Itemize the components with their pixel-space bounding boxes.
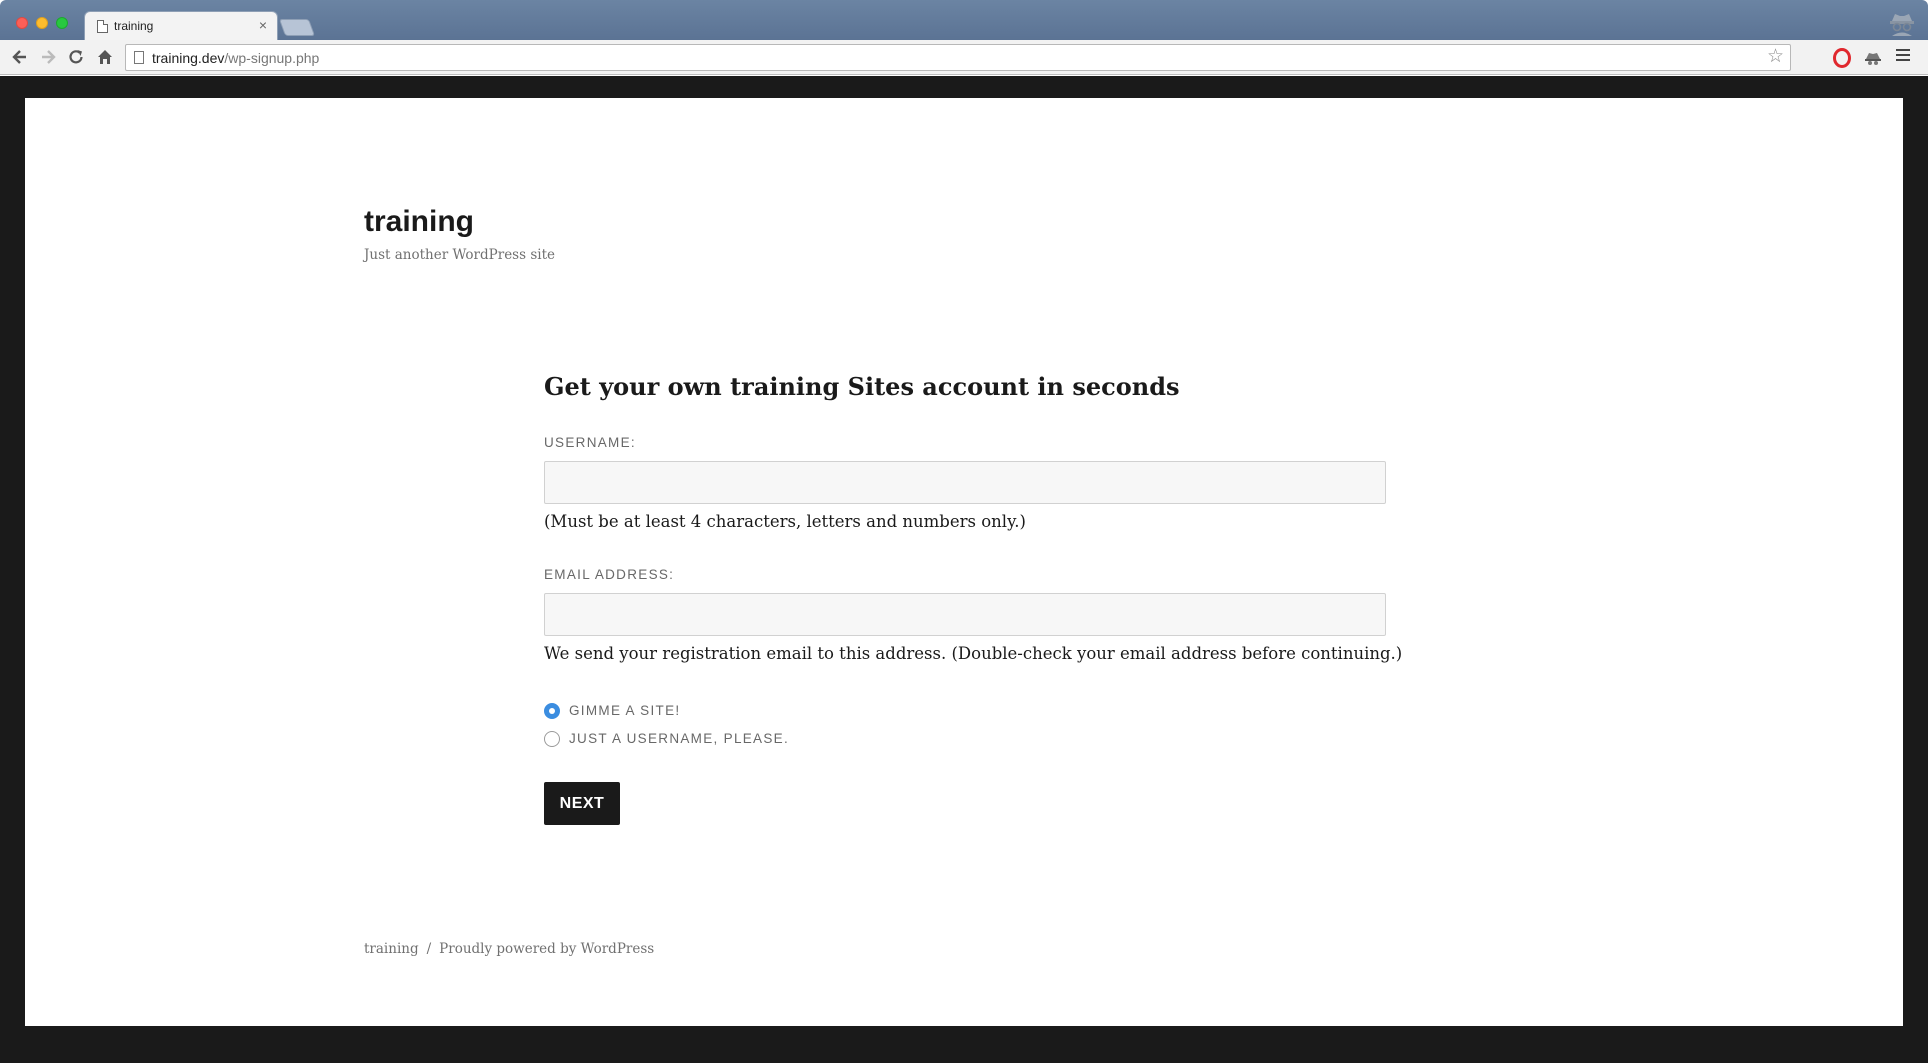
address-bar[interactable]: training.dev/wp-signup.php ☆ xyxy=(125,44,1791,71)
radio-button[interactable] xyxy=(544,731,560,747)
site-footer: training / Proudly powered by WordPress xyxy=(364,941,654,957)
url-path: /wp-signup.php xyxy=(224,50,320,66)
footer-powered-by-link[interactable]: Proudly powered by WordPress xyxy=(439,941,654,957)
browser-titlebar: training × xyxy=(0,0,1928,40)
page-icon xyxy=(97,20,108,33)
url-domain: training.dev xyxy=(152,50,225,66)
maximize-window-icon[interactable] xyxy=(56,17,68,29)
radio-label[interactable]: Gimme a site! xyxy=(569,703,680,718)
new-tab-button[interactable] xyxy=(278,19,316,36)
menu-icon[interactable] xyxy=(1896,49,1910,63)
spy-extension-icon[interactable] xyxy=(1863,48,1883,68)
browser-tab-active[interactable]: training × xyxy=(84,11,278,40)
signup-heading: Get your own training Sites account in s… xyxy=(544,372,1180,401)
username-label: Username: xyxy=(544,435,636,450)
page-info-icon[interactable] xyxy=(134,51,144,64)
username-help-text: (Must be at least 4 characters, letters … xyxy=(544,512,1026,531)
footer-site-link[interactable]: training xyxy=(364,941,419,957)
site-tagline: Just another WordPress site xyxy=(364,247,555,263)
browser-window: training × training.dev/wp-signup.php ☆ … xyxy=(0,0,1928,1063)
menu-line xyxy=(1896,59,1910,61)
email-label: Email Address: xyxy=(544,567,675,582)
next-button[interactable]: Next xyxy=(544,782,620,825)
site-page: training Just another WordPress site Get… xyxy=(25,98,1903,1026)
radio-label[interactable]: Just a username, please. xyxy=(569,731,789,746)
incognito-profile-icon[interactable] xyxy=(1888,10,1916,36)
forward-icon[interactable] xyxy=(38,47,58,67)
menu-line xyxy=(1896,54,1910,56)
site-frame: training Just another WordPress site Get… xyxy=(0,76,1928,1063)
home-icon[interactable] xyxy=(95,47,115,67)
site-title[interactable]: training xyxy=(364,205,474,239)
reload-icon[interactable] xyxy=(66,47,86,67)
bookmark-star-icon[interactable]: ☆ xyxy=(1767,47,1784,67)
menu-line xyxy=(1896,49,1910,51)
browser-toolbar: training.dev/wp-signup.php ☆ xyxy=(0,40,1928,75)
back-icon[interactable] xyxy=(10,47,30,67)
email-input[interactable] xyxy=(544,593,1386,636)
tab-title: training xyxy=(114,19,154,33)
tab-close-icon[interactable]: × xyxy=(259,17,267,33)
radio-button-selected[interactable] xyxy=(544,703,560,719)
footer-separator: / xyxy=(426,941,432,957)
opera-extension-icon[interactable] xyxy=(1832,48,1852,68)
email-help-text: We send your registration email to this … xyxy=(544,644,1403,663)
username-input[interactable] xyxy=(544,461,1386,504)
minimize-window-icon[interactable] xyxy=(36,17,48,29)
url-text: training.dev/wp-signup.php xyxy=(152,50,319,66)
close-window-icon[interactable] xyxy=(16,17,28,29)
